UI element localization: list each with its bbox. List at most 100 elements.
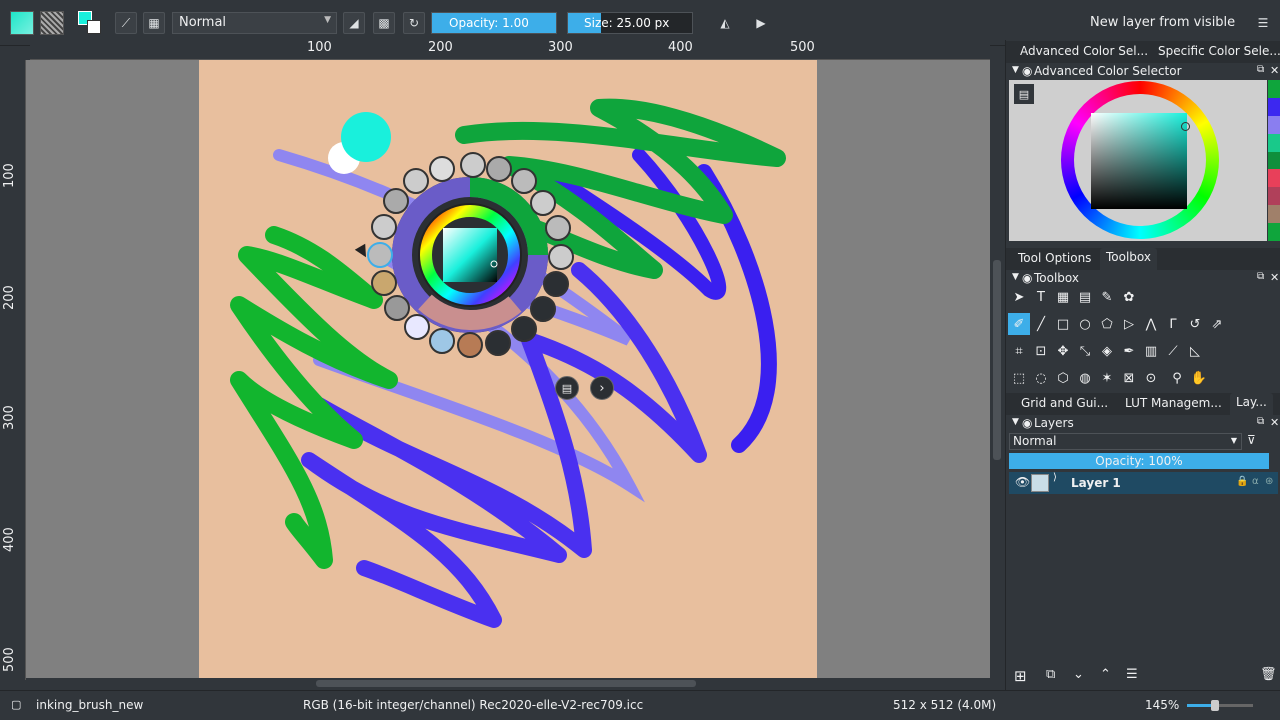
visibility-eye-icon[interactable]: 👁 <box>1015 475 1030 489</box>
freehand-select-tool-icon[interactable]: ◍ <box>1074 367 1096 389</box>
brush-preset-slot-empty[interactable] <box>530 296 556 322</box>
rect-select-tool-icon[interactable]: ⬚ <box>1008 367 1030 389</box>
collapse-icon[interactable]: ▼ <box>1012 272 1019 282</box>
fg-bg-color-swatch[interactable] <box>78 11 102 35</box>
delete-layer-icon[interactable]: 🗑 <box>1260 667 1277 682</box>
menu-icon[interactable]: ☰ <box>1252 12 1274 34</box>
close-icon[interactable]: ✕ <box>1270 271 1279 284</box>
brush-preset-slot[interactable] <box>460 152 486 178</box>
float-icon[interactable]: ⧉ <box>1257 64 1264 75</box>
similar-select-tool-icon[interactable]: ⊠ <box>1118 367 1140 389</box>
tab-specific-color[interactable]: Specific Color Sele... <box>1158 44 1280 58</box>
size-slider[interactable]: Size: 25.00 px <box>567 12 693 34</box>
popup-palette[interactable] <box>365 152 575 362</box>
fill-tool-icon[interactable]: ◈ <box>1096 340 1118 362</box>
polyline-tool-icon[interactable]: ▷ <box>1118 313 1140 335</box>
color-picker-tool-icon[interactable]: ✒ <box>1118 340 1140 362</box>
brush-preset-slot[interactable] <box>511 168 537 194</box>
brush-preset-slot[interactable] <box>429 328 455 354</box>
freehand-brush-tool-icon[interactable]: ✐ <box>1008 313 1030 335</box>
select-shapes-tool-icon[interactable]: ➤ <box>1008 286 1030 308</box>
zoom-slider[interactable] <box>1187 700 1253 711</box>
brush-preset-slot[interactable] <box>404 314 430 340</box>
magnetic-select-tool-icon[interactable]: ⊙ <box>1140 367 1162 389</box>
pen-tool-icon[interactable]: ✎ <box>1096 286 1118 308</box>
brush-preset-slot-empty[interactable] <box>511 316 537 342</box>
brush-preset-slot-empty[interactable] <box>543 271 569 297</box>
layer-row[interactable]: 👁 ⟩ Layer 1 🔒 α ⊛ <box>1009 472 1278 494</box>
smart-patch-tool-icon[interactable]: ▥ <box>1140 340 1162 362</box>
layer-opacity-slider[interactable]: Opacity: 100% <box>1009 453 1269 469</box>
color-selector-area[interactable]: ▤ <box>1009 80 1267 241</box>
horizontal-scrollbar[interactable] <box>26 678 990 690</box>
tab-advanced-color[interactable]: Advanced Color Sel... <box>1020 44 1148 58</box>
layer-name[interactable]: Layer 1 <box>1071 476 1121 490</box>
new-layer-from-visible[interactable]: New layer from visible <box>1090 15 1235 30</box>
saturation-value-square[interactable] <box>1091 113 1187 209</box>
collapse-icon[interactable]: ▼ <box>1012 417 1019 427</box>
mirror-vertical-icon[interactable]: ▶ <box>750 12 772 34</box>
layer-properties-icon[interactable]: ☰ <box>1126 667 1138 682</box>
close-icon[interactable]: ✕ <box>1270 64 1279 77</box>
pan-tool-icon[interactable]: ✋ <box>1188 367 1210 389</box>
pattern-swatch[interactable] <box>40 11 64 35</box>
rectangle-tool-icon[interactable]: □ <box>1052 313 1074 335</box>
brush-preset-slot-selected[interactable] <box>367 242 393 268</box>
brush-preset-slot[interactable] <box>403 168 429 194</box>
alpha-icon[interactable]: α <box>1252 476 1259 487</box>
inherit-alpha-icon[interactable]: ⊛ <box>1265 476 1273 487</box>
multibrush-tool-icon[interactable]: ⇗ <box>1206 313 1228 335</box>
brush-preset-slot[interactable] <box>457 332 483 358</box>
pattern-tool-icon[interactable]: ✿ <box>1118 286 1140 308</box>
brush-preset-slot[interactable] <box>371 270 397 296</box>
brush-preset-slot-empty[interactable] <box>485 330 511 356</box>
line-tool-icon[interactable]: ╱ <box>1030 313 1052 335</box>
ellipse-select-tool-icon[interactable]: ◌ <box>1030 367 1052 389</box>
brush-preset-slot[interactable] <box>486 156 512 182</box>
ellipse-tool-icon[interactable]: ○ <box>1074 313 1096 335</box>
move-layer-up-icon[interactable]: ⌃ <box>1100 667 1111 682</box>
edit-shapes-tool-icon[interactable]: ▦ <box>1052 286 1074 308</box>
gradient-tool-icon[interactable]: ⤡ <box>1074 340 1096 362</box>
brush-preset-slot[interactable] <box>371 214 397 240</box>
background-color[interactable] <box>87 20 101 34</box>
vertical-scrollbar[interactable] <box>990 60 1004 678</box>
tab-layers[interactable]: Lay... <box>1230 393 1273 415</box>
filter-icon[interactable]: ⊽ <box>1247 433 1256 447</box>
palette-tags-icon[interactable]: ▤ <box>555 376 579 400</box>
move-layer-down-icon[interactable]: ⌄ <box>1073 667 1084 682</box>
float-icon[interactable]: ⧉ <box>1257 416 1264 427</box>
crop-tool-icon[interactable]: ⌗ <box>1008 340 1030 362</box>
calligraphy-tool-icon[interactable]: ▤ <box>1074 286 1096 308</box>
text-tool-icon[interactable]: T <box>1030 286 1052 308</box>
brush-preset-swatch[interactable] <box>10 11 34 35</box>
close-icon[interactable]: ✕ <box>1270 416 1279 429</box>
duplicate-layer-icon[interactable]: ⧉ <box>1046 667 1055 682</box>
preset-grid-icon[interactable]: ▦ <box>143 12 165 34</box>
brush-preset-slot[interactable] <box>530 190 556 216</box>
transform-tool-icon[interactable]: ⊡ <box>1030 340 1052 362</box>
horizontal-scroll-thumb[interactable] <box>316 680 696 687</box>
zoom-slider-handle[interactable] <box>1211 700 1219 711</box>
brush-settings-icon[interactable]: ⟋ <box>115 12 137 34</box>
brush-preset-slot[interactable] <box>383 188 409 214</box>
add-layer-icon[interactable]: ⊞ <box>1014 667 1027 685</box>
dynamic-brush-tool-icon[interactable]: ↺ <box>1184 313 1206 335</box>
tab-grid-guides[interactable]: Grid and Gui... <box>1021 396 1108 410</box>
tab-toolbox[interactable]: Toolbox <box>1100 248 1157 270</box>
brush-preset-slot[interactable] <box>429 156 455 182</box>
assistant-tool-icon[interactable]: ⟋ <box>1162 340 1184 362</box>
polygon-select-tool-icon[interactable]: ⬡ <box>1052 367 1074 389</box>
freehand-path-tool-icon[interactable]: ᒥ <box>1162 313 1184 335</box>
bezier-tool-icon[interactable]: ⋀ <box>1140 313 1162 335</box>
alpha-lock-icon[interactable]: ▩ <box>373 12 395 34</box>
vertical-scroll-thumb[interactable] <box>993 260 1001 460</box>
eraser-icon[interactable]: ◢ <box>343 12 365 34</box>
collapse-icon[interactable]: ▼ <box>1012 65 1019 75</box>
tab-tool-options[interactable]: Tool Options <box>1018 251 1091 265</box>
palette-next-icon[interactable]: › <box>590 376 614 400</box>
float-icon[interactable]: ⧉ <box>1257 271 1264 282</box>
brush-preset-status-icon[interactable]: ▢ <box>11 698 21 711</box>
contiguous-select-tool-icon[interactable]: ✶ <box>1096 367 1118 389</box>
blend-mode-select[interactable]: Normal ▼ <box>172 12 337 34</box>
